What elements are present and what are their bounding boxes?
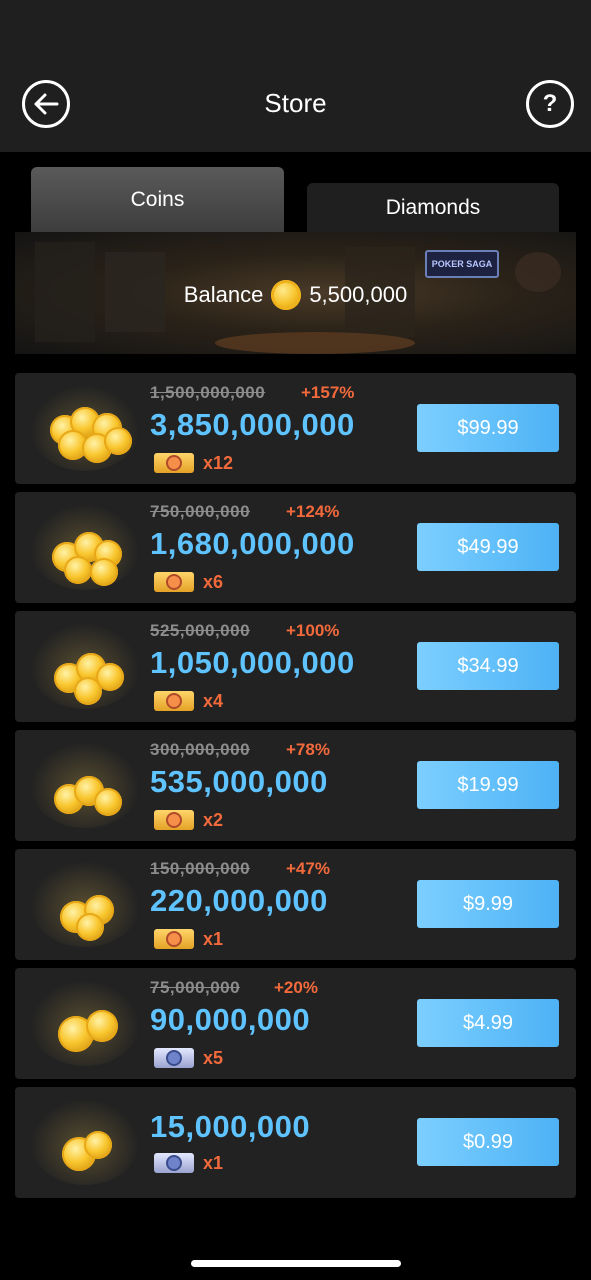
- ticket-icon: [154, 572, 194, 592]
- bonus-percent: +47%: [286, 859, 330, 878]
- coin-pile-icon: [30, 504, 140, 590]
- ticket-icon: [154, 453, 194, 473]
- store-tabs: Coins Diamonds: [0, 152, 591, 232]
- coin-pile-icon: [30, 742, 140, 828]
- coin-pile-icon: [30, 623, 140, 709]
- old-amount: 525,000,000: [150, 621, 251, 640]
- coin-pack: 525,000,000 +100% 1,050,000,000 x4 $34.9…: [15, 611, 576, 722]
- old-amount: 300,000,000: [150, 740, 251, 759]
- balance-display: Balance 5,500,000: [15, 280, 576, 310]
- buy-button[interactable]: $9.99: [417, 880, 559, 928]
- bonus-percent: +78%: [286, 740, 330, 759]
- coin-pack: 1,500,000,000 +157% 3,850,000,000 x12 $9…: [15, 373, 576, 484]
- old-amount: 1,500,000,000: [150, 383, 266, 402]
- coin-pack: 750,000,000 +124% 1,680,000,000 x6 $49.9…: [15, 492, 576, 603]
- coin-pack: 150,000,000 +47% 220,000,000 x1 $9.99: [15, 849, 576, 960]
- coin-pile-icon: [30, 1099, 140, 1185]
- old-amount: 150,000,000: [150, 859, 251, 878]
- tab-coins[interactable]: Coins: [31, 167, 284, 232]
- ticket-count: x2: [203, 810, 224, 830]
- coin-amount: 3,850,000,000: [150, 407, 355, 442]
- help-button[interactable]: ?: [526, 80, 574, 128]
- coin-amount: 15,000,000: [150, 1109, 311, 1144]
- buy-button[interactable]: $99.99: [417, 404, 559, 452]
- balance-banner: POKER SAGA Balance 5,500,000: [15, 232, 576, 354]
- coin-amount: 1,680,000,000: [150, 526, 355, 561]
- ticket-count: x4: [203, 691, 224, 711]
- buy-button[interactable]: $19.99: [417, 761, 559, 809]
- coin-pile-icon: [30, 980, 140, 1066]
- ticket-icon: [154, 929, 194, 949]
- coin-pack: 300,000,000 +78% 535,000,000 x2 $19.99: [15, 730, 576, 841]
- old-amount: 750,000,000: [150, 502, 251, 521]
- status-bar: [0, 0, 591, 60]
- home-indicator: [191, 1260, 401, 1267]
- coin-amount: 90,000,000: [150, 1002, 311, 1037]
- old-amount: 75,000,000: [150, 978, 241, 997]
- ticket-icon: [154, 1048, 194, 1068]
- bonus-percent: +124%: [286, 502, 340, 521]
- coin-amount: 220,000,000: [150, 883, 328, 918]
- bonus-percent: +157%: [301, 383, 355, 402]
- bonus-percent: +100%: [286, 621, 340, 640]
- banner-table: [215, 332, 415, 354]
- bonus-percent: +20%: [274, 978, 318, 997]
- store-header: Store ?: [0, 60, 591, 152]
- ticket-icon: [154, 1153, 194, 1173]
- question-mark-icon: ?: [542, 90, 558, 117]
- coin-amount: 1,050,000,000: [150, 645, 355, 680]
- buy-button[interactable]: $49.99: [417, 523, 559, 571]
- ticket-icon: [154, 810, 194, 830]
- coin-pile-icon: [30, 861, 140, 947]
- coin-pack: 15,000,000 x1 $0.99: [15, 1087, 576, 1198]
- buy-button[interactable]: $34.99: [417, 642, 559, 690]
- coin-pack: 75,000,000 +20% 90,000,000 x5 $4.99: [15, 968, 576, 1079]
- ticket-icon: [154, 691, 194, 711]
- page-title: Store: [264, 88, 327, 118]
- buy-button[interactable]: $4.99: [417, 999, 559, 1047]
- ticket-count: x5: [203, 1048, 224, 1068]
- buy-button[interactable]: $0.99: [417, 1118, 559, 1166]
- ticket-count: x1: [203, 1153, 224, 1173]
- ticket-count: x12: [203, 453, 234, 473]
- poker-saga-sign: POKER SAGA: [425, 250, 499, 278]
- balance-value: 5,500,000: [309, 282, 408, 307]
- tab-diamonds[interactable]: Diamonds: [307, 183, 559, 232]
- coin-icon: [271, 280, 302, 310]
- coin-amount: 535,000,000: [150, 764, 328, 799]
- coin-pile-icon: [30, 385, 140, 471]
- ticket-count: x6: [203, 572, 224, 592]
- ticket-count: x1: [203, 929, 224, 949]
- balance-label: Balance: [183, 282, 264, 307]
